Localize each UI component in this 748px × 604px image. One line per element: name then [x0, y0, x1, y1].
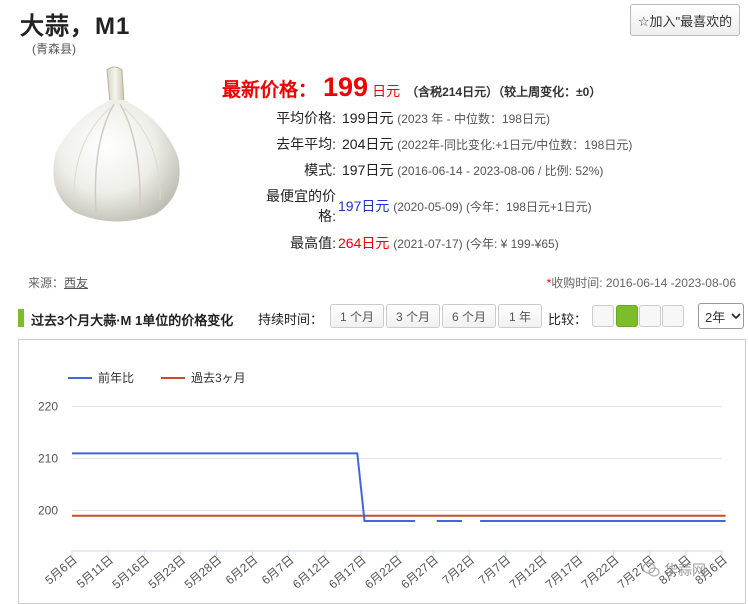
range-1-year-button[interactable]: 1 年	[498, 304, 542, 328]
watermark: 华蒜网	[642, 560, 706, 580]
cheapest-label-line1: 最便宜的价	[266, 188, 336, 204]
last-year-avg-change: +1日元	[495, 138, 533, 152]
last-year-avg-unit: 日元	[365, 136, 394, 152]
last-year-avg-number: 204	[342, 136, 366, 152]
chart-title: 过去3个月大蒜·M 1单位的价格变化	[31, 313, 234, 328]
highest-detail-post: )	[554, 237, 559, 251]
last-year-avg-value: 204日元 (2022年-同比变化:+1日元/中位数：198日元)	[342, 134, 632, 154]
mode-unit: 日元	[365, 162, 394, 178]
last-year-avg-detail-post: /中位数：198日元)	[532, 138, 633, 152]
compare-option-1[interactable]	[592, 305, 614, 327]
y-tick-label: 210	[38, 452, 58, 466]
avg-price-unit: 日元	[365, 110, 394, 126]
avg-price-detail: (2023 年 - 中位数：198日元)	[397, 112, 550, 126]
cheapest-label: 最便宜的价 格:	[230, 186, 336, 226]
cheapest-change: +1日元	[549, 200, 588, 214]
x-tick-label: 7月12日	[507, 553, 550, 592]
duration-label: 持续时间：	[258, 312, 324, 327]
x-tick-label: 5月23日	[146, 553, 189, 592]
latest-price-note: （含税214日元）（较上周变化：±0）	[406, 85, 602, 99]
year-select[interactable]: 2年	[698, 303, 744, 329]
mode-value: 197日元 (2016-06-14 - 2023-08-06 / 比例: 52%…	[342, 160, 603, 180]
avg-price-label: 平均价格:	[276, 110, 336, 126]
chevron-down-icon	[731, 313, 741, 320]
x-tick-label: 6月2日	[223, 553, 261, 588]
highest-value: 264日元 (2021-07-17) (今年: ¥ 199-¥65)	[338, 233, 559, 253]
x-tick-label: 6月22日	[362, 553, 405, 592]
x-tick-label: 5月11日	[74, 553, 116, 591]
cheapest-number: 197	[338, 198, 362, 214]
add-favorite-button[interactable]: ☆加入"最喜欢的	[630, 4, 740, 36]
mode-label: 模式:	[304, 162, 336, 178]
latest-price-label: 最新价格：	[222, 80, 318, 101]
period-text: 收购时间: 2016-06-14 -2023-08-06	[551, 276, 736, 290]
price-chart: 2002102205月6日5月11日5月16日5月23日5月28日6月2日6月7…	[38, 370, 730, 592]
year-select-value: 2年	[705, 309, 726, 325]
range-3-month-button[interactable]: 3 个月	[386, 304, 440, 328]
source-label: 来源：	[28, 276, 65, 290]
x-tick-label: 6月27日	[398, 553, 441, 592]
highest-number: 264	[338, 235, 362, 251]
section-accent-bar	[18, 309, 24, 327]
compare-option-2[interactable]	[616, 305, 638, 327]
x-tick-label: 7月22日	[579, 553, 622, 592]
x-tick-label: 5月28日	[182, 553, 225, 592]
compare-option-3[interactable]	[639, 305, 661, 327]
region-label: (青森县)	[32, 42, 76, 56]
legend-label: 過去3ヶ月	[191, 371, 246, 385]
collection-period: *收购时间: 2016-06-14 -2023-08-06	[547, 274, 736, 291]
avg-price-number: 199	[342, 110, 366, 126]
highest-diff: ¥65	[534, 237, 555, 251]
last-year-avg-detail-pre: (2022年-同比变化:	[397, 138, 496, 152]
garlic-image	[53, 66, 180, 222]
x-tick-label: 5月16日	[109, 553, 152, 592]
watermark-text: 华蒜网	[664, 562, 706, 578]
cheapest-detail-post: )	[587, 200, 592, 214]
highest-unit: 日元	[361, 235, 390, 251]
avg-price-value: 199日元 (2023 年 - 中位数：198日元)	[342, 108, 550, 128]
cheapest-label-line2: 格:	[318, 208, 336, 224]
y-tick-label: 220	[38, 400, 58, 414]
cheapest-value: 197日元 (2020-05-09) (今年：198日元+1日元)	[338, 196, 592, 216]
x-tick-label: 6月12日	[290, 553, 333, 592]
range-1-month-button[interactable]: 1 个月	[330, 304, 384, 328]
last-year-avg-label: 去年平均:	[276, 136, 336, 152]
cheapest-detail-pre: (2020-05-09) (今年：198日元	[393, 200, 550, 214]
source-link[interactable]: 西友	[64, 276, 88, 290]
wechat-icon	[642, 562, 660, 577]
x-tick-label: 7月17日	[543, 553, 586, 592]
compare-label: 比较：	[548, 312, 588, 327]
x-tick-label: 7月2日	[440, 553, 478, 588]
y-tick-label: 200	[38, 504, 58, 518]
source: 来源：西友	[28, 274, 88, 291]
latest-price-value: 199	[323, 72, 369, 102]
mode-number: 197	[342, 162, 366, 178]
compare-option-4[interactable]	[662, 305, 684, 327]
highest-label: 最高值:	[290, 235, 336, 251]
product-title: 大蒜，M1	[20, 13, 131, 40]
cheapest-unit: 日元	[361, 198, 390, 214]
x-tick-label: 6月17日	[326, 553, 369, 592]
highest-detail-pre: (2021-07-17) (今年: ¥ 199-	[393, 237, 535, 251]
latest-price-unit: 日元	[372, 83, 401, 99]
mode-detail: (2016-06-14 - 2023-08-06 / 比例: 52%)	[397, 164, 604, 178]
latest-price: 最新价格： 199 日元 （含税214日元）（较上周变化：±0）	[222, 72, 601, 103]
legend-label: 前年比	[98, 370, 134, 385]
range-6-month-button[interactable]: 6 个月	[442, 304, 496, 328]
